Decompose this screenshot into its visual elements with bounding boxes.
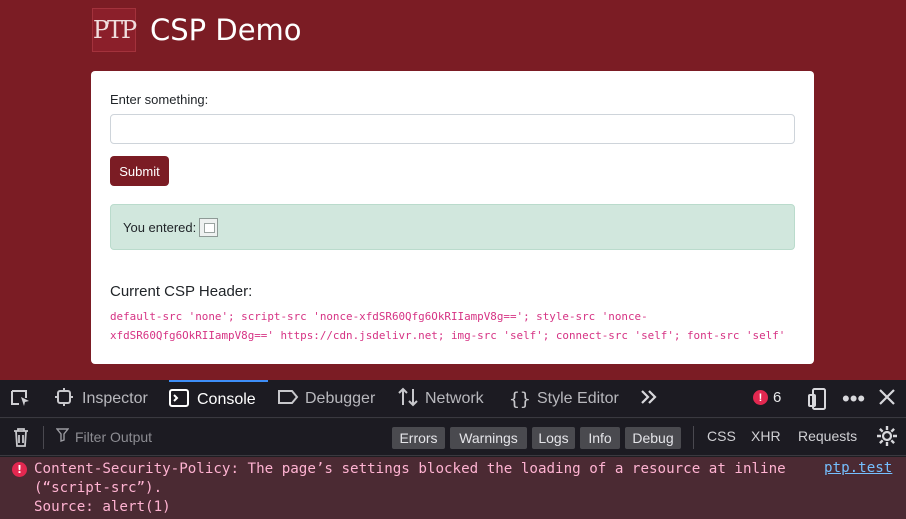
result-label: You entered: — [123, 219, 197, 235]
gear-icon[interactable] — [876, 425, 898, 453]
csp-heading: Current CSP Header: — [110, 283, 253, 300]
error-message-text: Content-Security-Policy: The page’s sett… — [34, 461, 786, 515]
tab-debugger[interactable]: Debugger — [277, 380, 375, 418]
source-link[interactable]: ptp.test — [824, 460, 892, 476]
filter-warnings-button[interactable]: Warnings — [450, 427, 527, 449]
csp-line-2: xfdSR60Qfg6OkRIIampV8g==' https://cdn.js… — [110, 329, 786, 342]
element-picker-icon[interactable] — [10, 389, 32, 409]
tab-network-label: Network — [425, 390, 484, 407]
csp-header-code: default-src 'none'; script-src 'nonce-xf… — [110, 307, 800, 345]
close-icon[interactable] — [878, 388, 896, 412]
console-filter-bar: Filter Output Errors Warnings Logs Info … — [0, 419, 906, 456]
responsive-design-icon[interactable] — [807, 388, 827, 416]
tab-console-label: Console — [197, 391, 256, 408]
style-editor-icon: {} — [509, 388, 531, 410]
submit-button[interactable]: Submit — [110, 156, 169, 186]
tab-style-editor[interactable]: {} Style Editor — [509, 380, 619, 418]
main-card: Enter something: Submit You entered: Cur… — [91, 71, 814, 364]
inspector-icon — [54, 387, 74, 411]
filter-css-button[interactable]: CSS — [707, 428, 736, 444]
filter-requests-button[interactable]: Requests — [798, 428, 857, 444]
toolbar-divider — [693, 426, 694, 449]
filter-info-button[interactable]: Info — [580, 427, 620, 449]
ptp-logo: PTP — [92, 8, 137, 52]
result-alert: You entered: — [110, 204, 795, 250]
filter-logs-button[interactable]: Logs — [532, 427, 575, 449]
error-count-badge[interactable]: ! 6 — [753, 389, 781, 406]
tab-console[interactable]: Console — [169, 380, 268, 418]
tab-inspector[interactable]: Inspector — [54, 380, 148, 418]
more-tabs-chevron-icon[interactable] — [639, 387, 659, 413]
filter-placeholder: Filter Output — [75, 428, 153, 445]
page-title: CSP Demo — [150, 13, 302, 47]
broken-image-icon — [199, 217, 219, 237]
console-error-message: ! Content-Security-Policy: The page’s se… — [0, 457, 906, 519]
text-input[interactable] — [110, 114, 795, 144]
filter-debug-button[interactable]: Debug — [625, 427, 681, 449]
error-icon: ! — [753, 390, 768, 405]
devtools-panel: Inspector Console Debugger Network {} St… — [0, 380, 906, 519]
more-options-icon[interactable]: ••• — [842, 386, 865, 412]
debugger-icon — [277, 389, 299, 410]
error-icon: ! — [12, 462, 27, 477]
filter-icon — [55, 428, 70, 445]
network-icon — [397, 387, 418, 412]
input-label: Enter something: — [110, 92, 209, 107]
trash-icon[interactable] — [12, 427, 30, 452]
tab-network[interactable]: Network — [397, 380, 484, 418]
error-count: 6 — [773, 389, 782, 406]
csp-line-1: default-src 'none'; script-src 'nonce-xf… — [110, 310, 648, 323]
tab-style-editor-label: Style Editor — [537, 390, 619, 407]
filter-errors-button[interactable]: Errors — [392, 427, 445, 449]
devtools-toolbar: Inspector Console Debugger Network {} St… — [0, 380, 906, 418]
tab-debugger-label: Debugger — [305, 390, 376, 407]
toolbar-divider — [43, 426, 44, 449]
tab-inspector-label: Inspector — [82, 390, 148, 407]
console-icon — [169, 388, 189, 412]
filter-xhr-button[interactable]: XHR — [751, 428, 781, 444]
filter-output-input[interactable]: Filter Output — [55, 428, 153, 445]
brand: PTP CSP Demo — [92, 8, 302, 52]
